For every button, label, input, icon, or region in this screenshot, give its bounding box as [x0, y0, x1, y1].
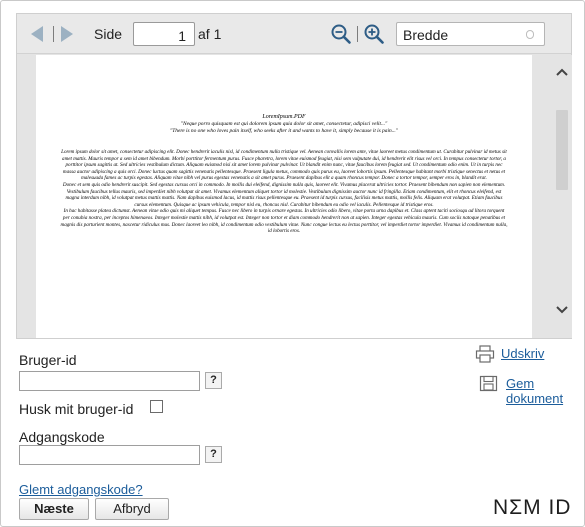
scroll-up-icon[interactable]	[555, 65, 569, 79]
save-document-link[interactable]: Gem dokument	[506, 376, 584, 406]
page-number-input[interactable]	[133, 22, 195, 46]
document-page: LoremIpsum.PDF "Neque porro quisquam est…	[36, 55, 532, 338]
vertical-scrollbar[interactable]	[552, 55, 572, 338]
password-input[interactable]	[19, 445, 200, 465]
printer-icon[interactable]	[475, 345, 495, 363]
password-help-button[interactable]: ?	[205, 446, 222, 463]
toolbar-separator	[357, 26, 358, 42]
password-label: Adgangskode	[19, 429, 105, 445]
document-paragraph: Lorem ipsum dolor sit amet, consectetur …	[61, 149, 507, 182]
nemid-logo: NΣM ID	[493, 496, 572, 519]
document-paragraph: In hac habitasse platea dictumst. Aenean…	[60, 208, 508, 235]
toolbar-separator	[53, 26, 54, 42]
zoom-select-value: Bredde	[403, 27, 449, 43]
page-label: Side	[94, 26, 123, 42]
arrow-right-icon[interactable]	[58, 25, 76, 43]
document-title: LoremIpsum.PDF	[262, 114, 306, 120]
viewer-toolbar: Side af 1 Bredde	[17, 14, 571, 54]
zoom-select[interactable]: Bredde	[396, 22, 545, 46]
scrollbar-thumb[interactable]	[556, 110, 568, 190]
userid-input[interactable]	[19, 371, 200, 391]
remember-userid-label: Husk mit bruger-id	[19, 401, 134, 417]
zoom-out-icon[interactable]	[330, 23, 352, 45]
next-button[interactable]: Næste	[19, 498, 89, 520]
document-viewer: Side af 1 Bredde LoremIpsum.PDF	[16, 13, 572, 339]
cancel-button[interactable]: Afbryd	[95, 498, 169, 520]
forgot-password-link[interactable]: Glemt adgangskode?	[19, 482, 143, 497]
remember-userid-checkbox[interactable]	[150, 400, 163, 413]
userid-label: Bruger-id	[19, 352, 77, 368]
zoom-in-icon[interactable]	[363, 23, 385, 45]
print-link[interactable]: Udskriv	[501, 346, 544, 361]
document-quote-latin: "Neque porro quisquam est qui dolorem ip…	[180, 121, 388, 127]
page-count-label: af 1	[198, 26, 222, 42]
nemid-applet: Side af 1 Bredde LoremIpsum.PDF	[0, 0, 585, 527]
document-body: Lorem ipsum dolor sit amet, consectetur …	[60, 149, 508, 235]
document-scroll-area[interactable]: LoremIpsum.PDF "Neque porro quisquam est…	[17, 55, 552, 338]
userid-help-button[interactable]: ?	[205, 372, 222, 389]
arrow-left-icon[interactable]	[28, 25, 46, 43]
document-paragraph: Donec et sem quis odio hendrerit suscipi…	[62, 181, 506, 208]
scroll-down-icon[interactable]	[555, 303, 569, 317]
save-document-icon[interactable]	[479, 375, 499, 393]
select-spinner-icon	[526, 30, 534, 39]
document-quote-english: "There is no one who loves pain itself, …	[169, 128, 399, 134]
